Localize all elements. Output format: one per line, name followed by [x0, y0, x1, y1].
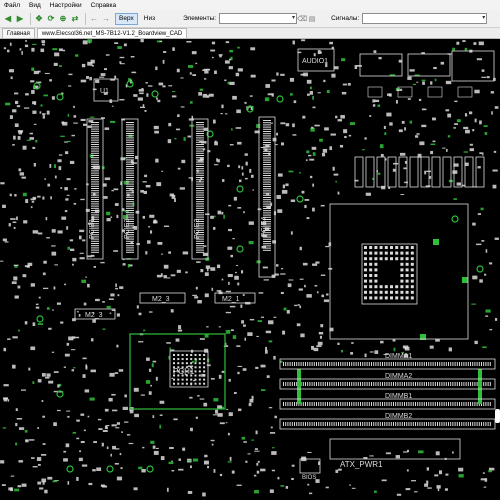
menu-bar: Файл Вид Настройки Справка	[0, 0, 500, 10]
tab-bar: Главная www.Elecsol36.net_MS-7B12-V1.2_B…	[0, 28, 500, 39]
pcie-slot-label: PCIE4	[261, 217, 268, 237]
pads-layer	[0, 39, 499, 497]
pcie-slot-label: PCIE3	[194, 219, 201, 239]
top-side-toggle[interactable]: Верх	[115, 12, 138, 25]
scroll-marker[interactable]	[495, 409, 500, 423]
tab-boardview-file[interactable]: www.Elecsol36.net_MS-7B12-V1.2_Boardview…	[36, 28, 188, 38]
toolbar: ◀ ▶ ✥ ⟳ ⊕ ⇄ ← → Верх Низ Элементы: ▾ ⌫ ▤…	[0, 10, 500, 28]
pcie-slot-label: PCIE2	[124, 219, 131, 239]
m2-slot-label: M2_1	[222, 296, 240, 303]
dimm-slot-label: DIMMB2	[385, 413, 412, 420]
menu-view[interactable]: Вид	[29, 2, 41, 9]
pch-label: PCH1	[173, 367, 195, 376]
chevron-down-icon: ▾	[482, 15, 486, 21]
chip-u1-label: U1	[100, 88, 109, 95]
audio-connector-label: AUDIO1	[302, 58, 328, 65]
zoom-in-icon[interactable]: ⊕	[58, 14, 68, 24]
elements-label: Элементы:	[183, 15, 217, 22]
bottom-side-toggle[interactable]: Низ	[140, 13, 159, 25]
back-arrow-icon[interactable]: ◀	[3, 14, 13, 24]
rotate-icon[interactable]: ⟳	[46, 14, 56, 24]
menu-file[interactable]: Файл	[4, 2, 20, 9]
toolbar-separator	[30, 12, 31, 25]
menu-help[interactable]: Справка	[91, 2, 117, 9]
search-clear-icon[interactable]: ⌫	[297, 14, 307, 24]
pcb-drawing: PCIE1 PCIE2 PCIE3 PCIE4 DIMMA1 DIMMA2 DIMMB1 DI…	[0, 39, 499, 497]
bios-chip-label: BIOS	[302, 475, 316, 481]
dimm-slot-label: DIMMA1	[385, 353, 412, 360]
chevron-down-icon: ▾	[292, 15, 296, 21]
right-arrow-icon[interactable]: →	[101, 14, 111, 24]
m2-slot-label: M2_3	[85, 312, 103, 319]
boardview-canvas[interactable]: PCIE1 PCIE2 PCIE3 PCIE4 DIMMA1 DIMMA2 DIMMB1 DI…	[0, 39, 500, 500]
elements-combobox[interactable]: ▾	[219, 13, 298, 24]
print-icon[interactable]: ▤	[307, 14, 317, 24]
zoom-fit-icon[interactable]: ✥	[34, 14, 44, 24]
m2-slot-label: M2_3	[152, 296, 170, 303]
menu-settings[interactable]: Настройки	[50, 2, 82, 9]
toolbar-separator	[85, 12, 86, 25]
signals-label: Сигналы:	[331, 15, 360, 22]
forward-arrow-icon[interactable]: ▶	[15, 14, 25, 24]
component-outlines-layer	[74, 48, 496, 474]
dimm-slot-label: DIMMB1	[385, 393, 412, 400]
left-arrow-icon[interactable]: ←	[89, 14, 99, 24]
tab-home[interactable]: Главная	[2, 28, 35, 38]
dimm-slot-label: DIMMA2	[385, 373, 412, 380]
pcie-slot-label: PCIE1	[89, 219, 96, 239]
signals-combobox[interactable]: ▾	[362, 13, 488, 24]
silkscreen-labels-layer: PCIE1 PCIE2 PCIE3 PCIE4 DIMMA1 DIMMA2 DIMMB1 DI…	[85, 58, 412, 481]
atx-power-label: ATX_PWR1	[340, 460, 383, 469]
mirror-icon[interactable]: ⇄	[70, 14, 80, 24]
